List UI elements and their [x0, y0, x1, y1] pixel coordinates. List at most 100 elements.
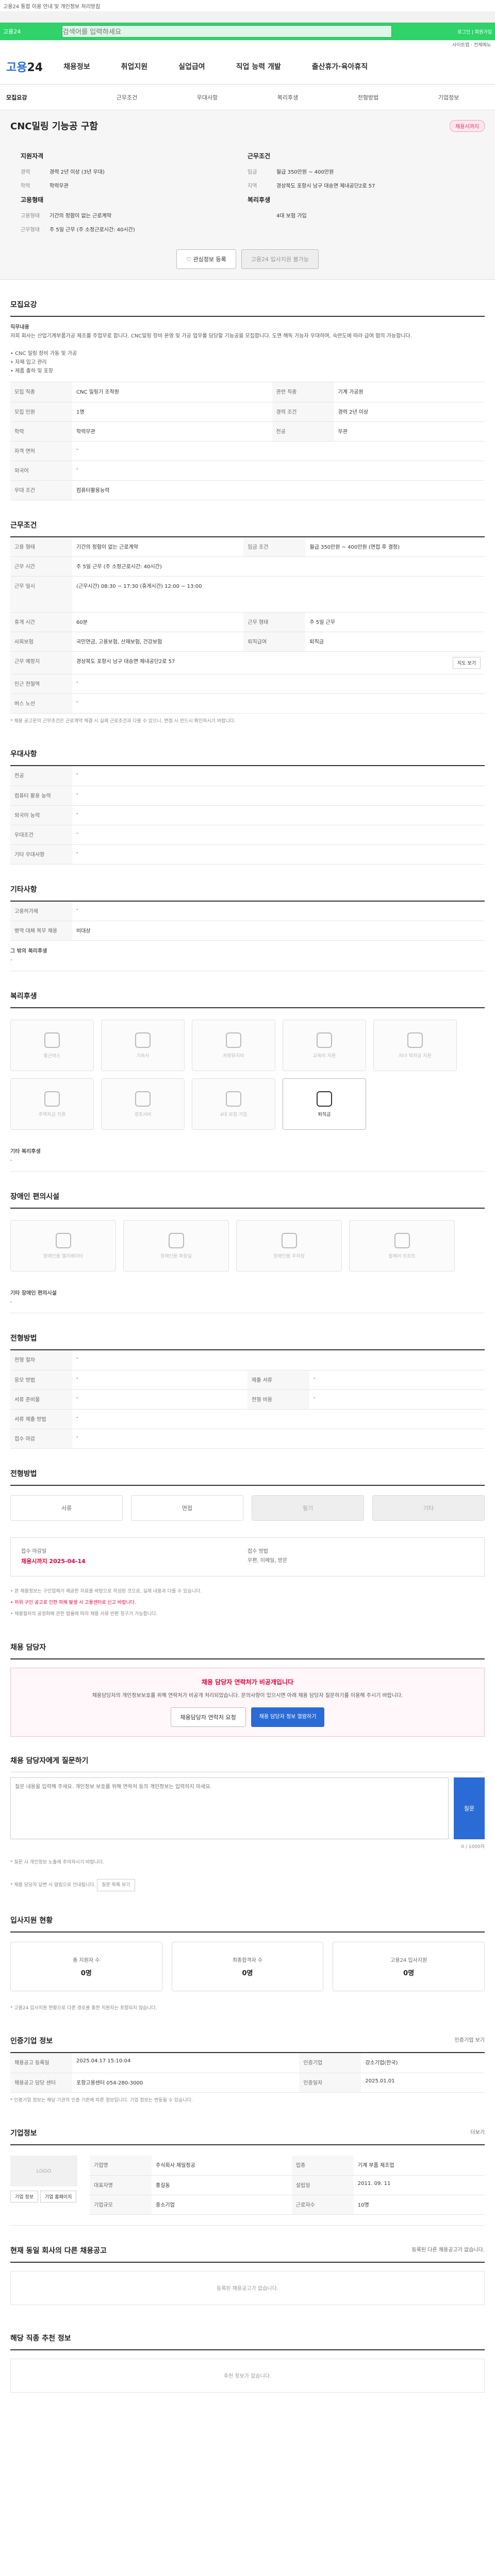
nav-item-jobs[interactable]: 채용정보: [63, 61, 90, 72]
section-applicants: 입사지원 현황 총 지원자 수 0명 최종합격자 수 0명 고용24 입사지원 0명 …: [0, 1895, 495, 2016]
service-name: 고용24: [3, 28, 21, 35]
login-link[interactable]: 로그인 | 회원가입: [457, 28, 492, 35]
selection-note: • 본 채용정보는 구인업체가 제공한 자료를 바탕으로 작성된 것으로, 실제…: [10, 1588, 202, 1594]
card-value: 0명: [80, 1970, 92, 1978]
section-heading: 모집요강: [10, 280, 485, 317]
tile-label: 차량유지비: [223, 1053, 244, 1059]
section-heading: 기타사항: [10, 865, 485, 902]
kv-key: 고용형태: [21, 213, 40, 219]
address-text: 경상북도 포항시 남구 대송면 제내공단2로 57: [76, 659, 175, 665]
search-input[interactable]: [62, 25, 392, 38]
welfare-tile: 통근버스: [10, 1020, 94, 1072]
nav-item-training[interactable]: 직업 능력 개발: [236, 61, 281, 72]
desc-text: 저희 회사는 산업기계부품가공 제조를 주업무로 합니다. CNC밀링 장비 운…: [10, 333, 412, 339]
cell-key: 근무 형태: [243, 612, 306, 632]
cell-key: 대표자명: [90, 2175, 152, 2195]
education-icon: [317, 1032, 332, 1048]
card-label: 고용24 입사지원: [390, 1958, 427, 1964]
company-homepage-button[interactable]: 기업 홈페이지: [40, 2191, 77, 2203]
section-preference: 우대사항 전공 - 컴퓨터 활용 능력 - 외국어 능력 - 우대조건 - 기타 우대사…: [0, 729, 495, 865]
tile-label: 주택자금 지원: [38, 1112, 66, 1117]
tab-company[interactable]: 기업정보: [408, 93, 489, 101]
cell-value: 60분: [72, 612, 244, 632]
cell-value: -: [72, 1350, 485, 1370]
tab-welfare[interactable]: 복리후생: [248, 93, 328, 101]
cell-key: 제출 서류: [248, 1370, 309, 1390]
desc-title: 직무내용: [10, 325, 29, 330]
cell-key: 기타 우대사항: [10, 844, 72, 865]
desc-bullets: • CNC 밀링 장비 가동 및 가공 • 자재 입고 관리 • 제품 출하 및…: [10, 351, 77, 374]
scrap-button[interactable]: ♡ 관심정보 등록: [176, 249, 236, 269]
sitemap-link[interactable]: 사이트맵 · 전체메뉴: [0, 40, 495, 48]
cell-key: 퇴직급여: [243, 632, 306, 652]
brand-logo[interactable]: 고용24: [6, 58, 43, 75]
insurance-icon: [226, 1091, 241, 1107]
cell-key: 외국어 능력: [10, 805, 72, 825]
employment-heading: 고용형태: [21, 196, 44, 204]
tab-recruit[interactable]: 모집요강: [6, 93, 87, 101]
cell-key: 전공: [10, 766, 72, 786]
request-contact-button[interactable]: 채용담당자 연락처 요청: [170, 1707, 246, 1727]
section-heading: 복리후생: [10, 971, 485, 1009]
cell-key: 고용허가제: [10, 901, 72, 922]
deadline-value: 채용시까지 2025-04-14: [21, 1557, 86, 1565]
section-tabs: 모집요강 근무조건 우대사항 복리후생 전형방법 기업정보: [0, 84, 495, 110]
cell-key: 우대 조건: [10, 480, 72, 500]
view-contact-button[interactable]: 채용 담당자 정보 열람하기: [251, 1707, 325, 1727]
section-heading: 현재 동일 회사의 다른 채용공고 등록된 다른 채용공고가 없습니다.: [10, 2226, 485, 2263]
cell-value: -: [309, 1370, 485, 1390]
parking-icon: [281, 1232, 297, 1248]
cell-value: 무관: [334, 421, 485, 442]
tab-selection[interactable]: 전형방법: [328, 93, 408, 101]
cell-key: 업종: [291, 2156, 354, 2176]
question-list-button[interactable]: 질문 목록 보기: [97, 1878, 135, 1892]
cell-value: 기계 부품 제조업: [353, 2156, 485, 2176]
contact-alert: 채용 담당자 연락처가 비공개입니다 채용담당자의 개인정보보호를 위해 연락처…: [10, 1667, 485, 1737]
tab-preference[interactable]: 우대사항: [167, 93, 248, 101]
cell-value: 10명: [353, 2195, 485, 2215]
nav-item-support[interactable]: 취업지원: [121, 61, 148, 72]
nav-item-leave[interactable]: 출산휴가·육아휴직: [312, 61, 368, 72]
submit-question-button[interactable]: 질문: [454, 1777, 485, 1839]
restroom-icon: [168, 1232, 184, 1248]
deadline-box: 접수 마감일 채용시까지 2025-04-14 접수 방법 우편, 이메일, 방문: [10, 1537, 485, 1577]
house-icon: [44, 1091, 60, 1107]
kv-key: 학력: [21, 183, 30, 189]
kv-value: 4대 보험 가입: [276, 213, 307, 219]
cell-value: -: [72, 901, 485, 922]
welfare-tile: 경조사비: [101, 1078, 185, 1130]
tab-conditions[interactable]: 근무조건: [87, 93, 167, 101]
card-label: 총 지원자 수: [73, 1958, 100, 1964]
section-heading: 근무조건: [10, 500, 485, 537]
kv-value: 학력무관: [50, 183, 69, 189]
alert-title: 채용 담당자 연락처가 비공개입니다: [201, 1678, 294, 1686]
cert-more-link[interactable]: 인증기업 보기: [455, 2036, 485, 2043]
section-selection: 전형방법 서류 면접 필기 기타 접수 마감일 채용시까지 2025-04-14 …: [0, 1449, 495, 1622]
map-button[interactable]: 지도 보기: [453, 657, 481, 669]
cell-value: -: [309, 1389, 485, 1410]
heading-text: 기업정보: [10, 2129, 37, 2138]
company-info-button[interactable]: 기업 정보: [10, 2191, 38, 2203]
nav-item-benefit[interactable]: 실업급여: [178, 61, 205, 72]
cell-value: 학력무관: [72, 421, 272, 442]
question-note: * 질문 시 개인정보 노출에 주의하시기 바랍니다.: [10, 1860, 104, 1866]
company-table: 기업명 주식회사 제일정공 업종 기계 부품 제조업 대표자명 홍길동 설립일 2011. …: [90, 2156, 485, 2215]
cell-key: 고용 형태: [10, 537, 72, 557]
cell-value: 국민연금, 고용보험, 산재보험, 건강보험: [72, 632, 244, 652]
tile-label: 장애인용 화장실: [160, 1253, 192, 1259]
retirement-icon: [317, 1091, 332, 1107]
cell-value: -: [72, 674, 485, 694]
question-input[interactable]: [10, 1777, 449, 1839]
scrap-label: 관심정보 등록: [193, 256, 226, 263]
card-value: 0명: [242, 1970, 253, 1978]
cell-value: (근무시간) 08:30 ~ 17:30 (휴게시간) 12:00 ~ 13:0…: [72, 576, 485, 613]
action-buttons: ♡ 관심정보 등록 고용24 입사지원 불가능: [0, 239, 495, 280]
gov-banner: [0, 11, 495, 23]
apply-button[interactable]: 고용24 입사지원 불가능: [241, 249, 319, 269]
welfare-grid: 통근버스 기숙사 차량유지비 교육비 지원 자녀 학자금 지원 주택자금 지원 …: [10, 1008, 485, 1141]
cell-value: 주 5일 근무: [305, 612, 485, 632]
cell-value: 경상북도 포항시 남구 대송면 제내공단2로 57 지도 보기: [72, 651, 485, 674]
company-more-link[interactable]: 더보기: [470, 2128, 485, 2136]
access-tile: 장애인용 주차장: [236, 1220, 342, 1272]
cell-key: 채용공고 등록일: [10, 2053, 72, 2073]
